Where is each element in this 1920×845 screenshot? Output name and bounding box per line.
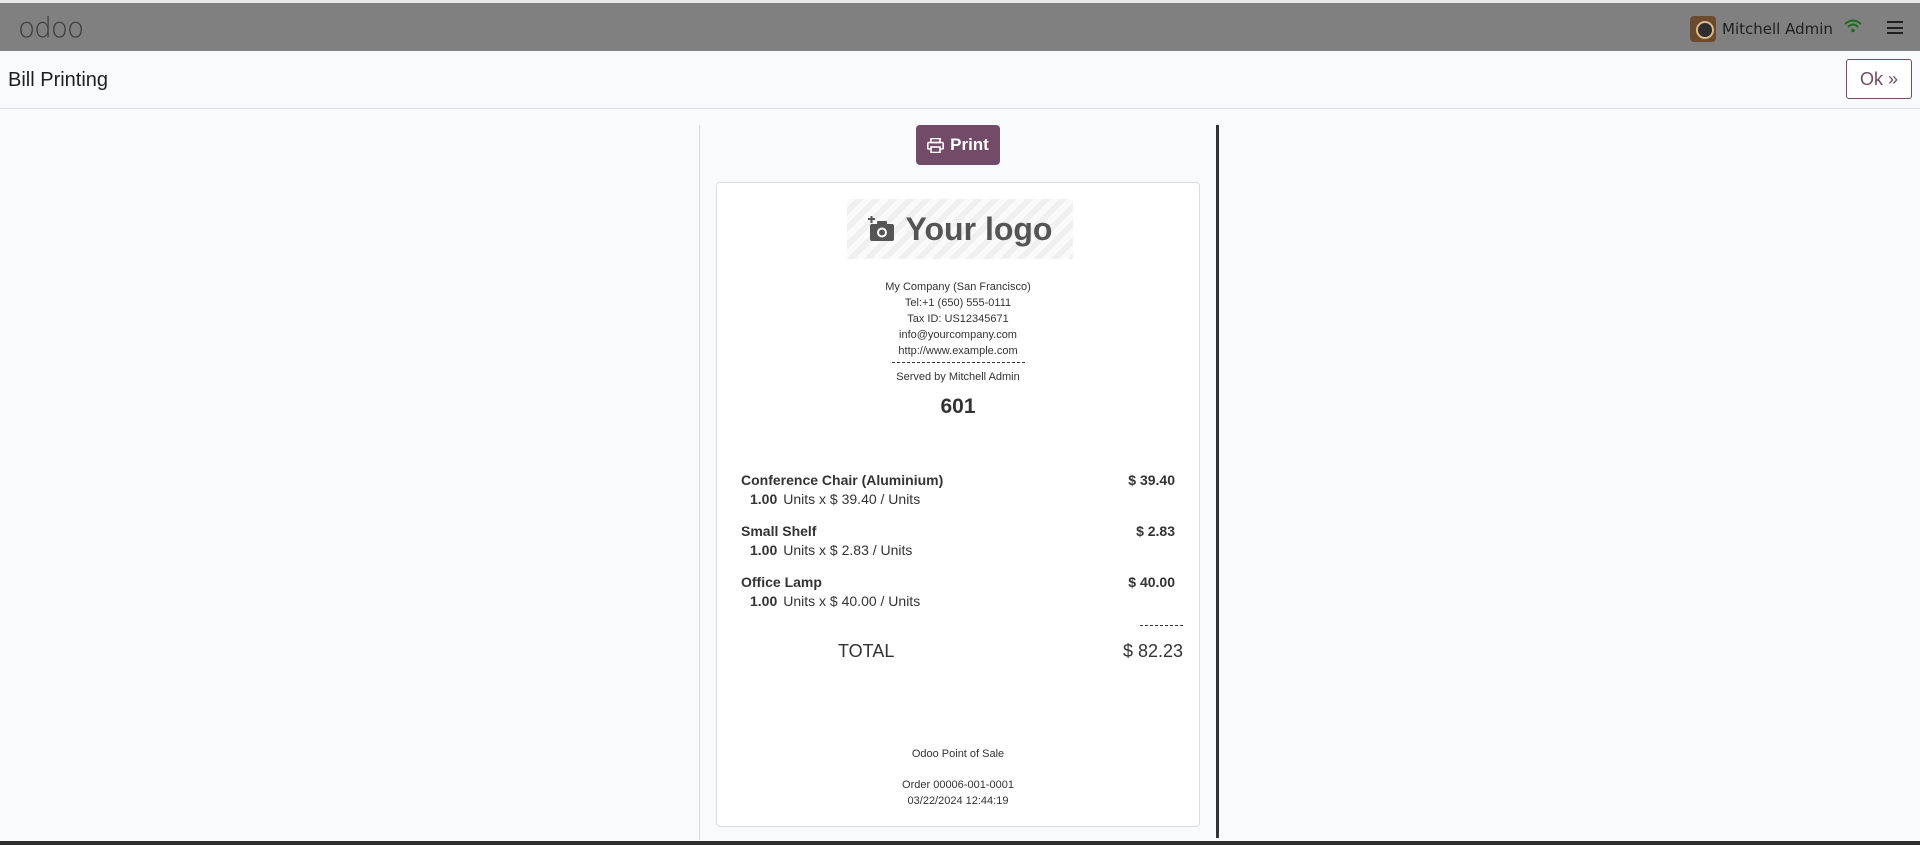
separator <box>891 362 1025 363</box>
printer-icon <box>927 137 945 153</box>
divider-left <box>699 125 700 840</box>
navbar: odoo Mitchell Admin <box>0 3 1920 51</box>
item-detail: Units x $ 40.00 / Units <box>783 593 921 609</box>
logo-placeholder-text: Your logo <box>905 210 1053 247</box>
item-price: $ 2.83 <box>1136 523 1175 539</box>
odoo-logo[interactable]: odoo <box>18 10 84 44</box>
item-price: $ 40.00 <box>1128 574 1175 590</box>
odoo-logo-text: odoo <box>18 10 84 44</box>
list-item: Office Lamp $ 40.00 1.00 Units x $ 40.00 … <box>741 574 1175 609</box>
print-button[interactable]: Print <box>916 125 1000 165</box>
page-title: Bill Printing <box>8 69 109 91</box>
list-item: Small Shelf $ 2.83 1.00 Units x $ 2.83 / … <box>741 523 1175 558</box>
item-qty: 1.00 <box>750 593 778 609</box>
user-menu[interactable]: Mitchell Admin <box>1690 16 1833 42</box>
bottom-edge <box>0 841 1920 845</box>
order-number: 601 <box>940 395 976 418</box>
item-name: Conference Chair (Aluminium) <box>741 472 944 488</box>
item-detail: Units x $ 2.83 / Units <box>783 542 913 558</box>
total-label: TOTAL <box>838 641 895 661</box>
served-by: Served by Mitchell Admin <box>896 371 1020 383</box>
control-panel: Bill Printing Ok » <box>0 51 1920 109</box>
company-website: http://www.example.com <box>898 345 1018 357</box>
divider-right <box>1216 125 1219 838</box>
footer-order: Order 00006-001-0001 <box>902 779 1014 791</box>
camera-add-icon <box>867 216 894 241</box>
user-name: Mitchell Admin <box>1722 20 1833 38</box>
total-value: $ 82.23 <box>1122 641 1183 661</box>
ok-button[interactable]: Ok » <box>1846 59 1912 99</box>
logo-placeholder[interactable]: Your logo <box>847 199 1073 259</box>
item-name: Small Shelf <box>741 523 817 539</box>
item-qty: 1.00 <box>750 542 778 558</box>
total-separator <box>1140 625 1183 626</box>
item-detail: Units x $ 39.40 / Units <box>783 491 921 507</box>
company-tax-id: Tax ID: US12345671 <box>907 313 1009 325</box>
avatar <box>1690 16 1716 42</box>
item-price: $ 39.40 <box>1128 472 1175 488</box>
company-name: My Company (San Francisco) <box>885 281 1031 293</box>
receipt: Your logo My Company (San Francisco) Tel… <box>716 182 1200 827</box>
item-qty: 1.00 <box>750 491 778 507</box>
company-email: info@yourcompany.com <box>899 329 1017 341</box>
company-phone: Tel:+1 (650) 555-0111 <box>904 297 1012 309</box>
company-info: My Company (San Francisco) Tel:+1 (650) … <box>717 279 1199 385</box>
print-button-label: Print <box>950 135 989 154</box>
footer-brand: Odoo Point of Sale <box>911 748 1005 760</box>
wifi-icon[interactable] <box>1844 19 1862 33</box>
item-name: Office Lamp <box>741 574 822 590</box>
footer-datetime: 03/22/2024 12:44:19 <box>907 795 1009 807</box>
hamburger-menu-icon[interactable] <box>1887 21 1903 34</box>
list-item: Conference Chair (Aluminium) $ 39.40 1.0… <box>741 472 1175 507</box>
